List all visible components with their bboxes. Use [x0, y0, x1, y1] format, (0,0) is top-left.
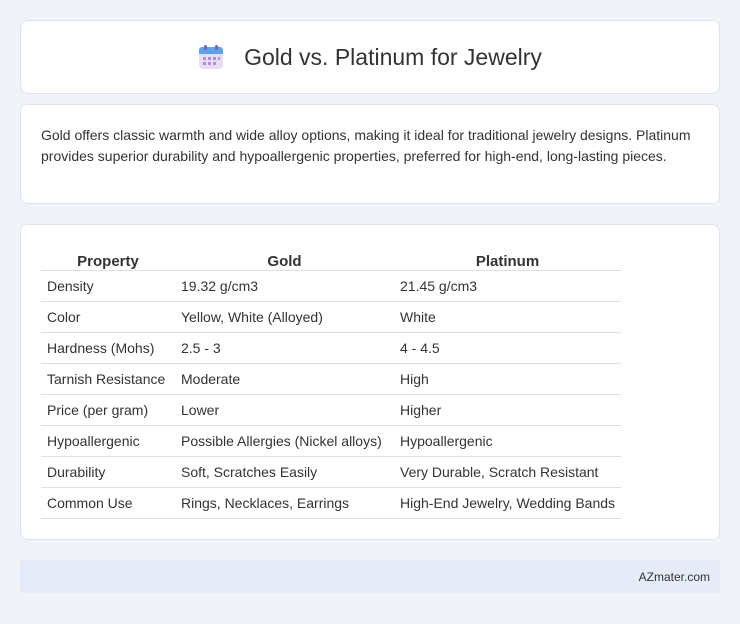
footer-brand-link[interactable]: AZmater.com	[639, 570, 710, 584]
table-row: Hardness (Mohs) 2.5 - 3 4 - 4.5	[41, 332, 622, 364]
table-cell: Durability	[41, 456, 175, 488]
table-cell: Higher	[394, 394, 622, 426]
table-cell: Yellow, White (Alloyed)	[175, 301, 394, 333]
table-cell: Possible Allergies (Nickel alloys)	[175, 425, 394, 457]
table-row: Common Use Rings, Necklaces, Earrings Hi…	[41, 487, 622, 519]
table-row: Price (per gram) Lower Higher	[41, 394, 622, 426]
table-cell: White	[394, 301, 622, 333]
table-row: Density 19.32 g/cm3 21.45 g/cm3	[41, 270, 622, 302]
table-cell: Hypoallergenic	[394, 425, 622, 457]
column-header-gold: Gold	[175, 245, 394, 271]
title-card: Gold vs. Platinum for Jewelry	[20, 20, 720, 94]
footer-bar: AZmater.com	[20, 560, 720, 593]
column-header-platinum: Platinum	[394, 245, 622, 271]
table-row: Tarnish Resistance Moderate High	[41, 363, 622, 395]
table-cell: High-End Jewelry, Wedding Bands	[394, 487, 622, 519]
table-cell: Hardness (Mohs)	[41, 332, 175, 364]
table-cell: 2.5 - 3	[175, 332, 394, 364]
table-cell: 19.32 g/cm3	[175, 270, 394, 302]
table-cell: Rings, Necklaces, Earrings	[175, 487, 394, 519]
table-row: Durability Soft, Scratches Easily Very D…	[41, 456, 622, 488]
comparison-table: Property Gold Platinum Density 19.32 g/c…	[41, 245, 622, 519]
table-cell: 21.45 g/cm3	[394, 270, 622, 302]
table-cell: Moderate	[175, 363, 394, 395]
table-cell: Density	[41, 270, 175, 302]
intro-text: Gold offers classic warmth and wide allo…	[41, 127, 691, 164]
table-cell: Hypoallergenic	[41, 425, 175, 457]
intro-card: Gold offers classic warmth and wide allo…	[20, 104, 720, 204]
table-cell: High	[394, 363, 622, 395]
table-cell: Color	[41, 301, 175, 333]
page-title: Gold vs. Platinum for Jewelry	[244, 43, 542, 70]
calendar-icon	[199, 45, 224, 69]
column-header-property: Property	[41, 245, 175, 271]
table-cell: Lower	[175, 394, 394, 426]
table-cell: Common Use	[41, 487, 175, 519]
table-header-row: Property Gold Platinum	[41, 245, 622, 271]
comparison-card: Property Gold Platinum Density 19.32 g/c…	[20, 224, 720, 540]
table-row: Hypoallergenic Possible Allergies (Nicke…	[41, 425, 622, 457]
table-cell: Very Durable, Scratch Resistant	[394, 456, 622, 488]
table-cell: 4 - 4.5	[394, 332, 622, 364]
table-cell: Soft, Scratches Easily	[175, 456, 394, 488]
table-cell: Tarnish Resistance	[41, 363, 175, 395]
table-row: Color Yellow, White (Alloyed) White	[41, 301, 622, 333]
table-cell: Price (per gram)	[41, 394, 175, 426]
